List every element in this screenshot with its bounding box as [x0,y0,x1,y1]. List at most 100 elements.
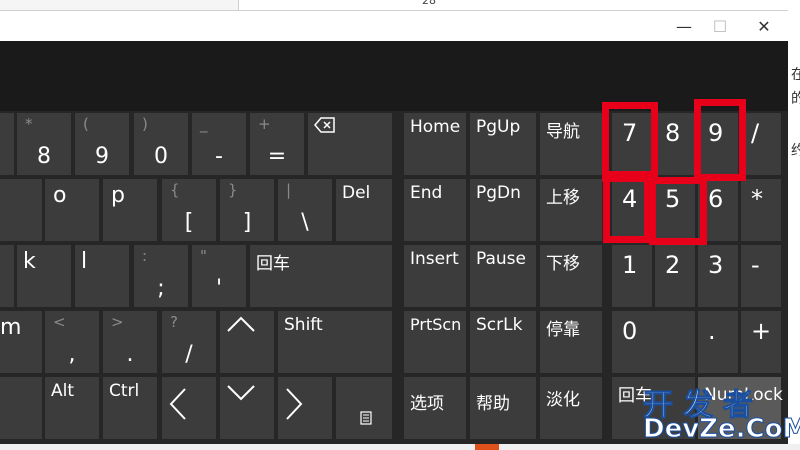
close-button[interactable]: ✕ [748,15,780,37]
key-rbracket-shift: } [228,181,238,199]
key-lbracket-label: [ [184,210,194,235]
key-8[interactable]: * 8 [17,113,71,175]
key-num2[interactable]: 2 [655,245,695,307]
key-options[interactable]: 选项 [404,377,466,439]
key-shift[interactable]: Shift [278,311,392,373]
key-comma[interactable]: < , [45,311,99,373]
key-movedown[interactable]: 下移 [540,245,602,307]
key-rbracket-label: ] [242,210,252,235]
key-insert[interactable]: Insert [404,245,466,307]
key-p[interactable]: p [103,179,157,241]
key-backslash[interactable]: | \ [278,179,332,241]
key-num3[interactable]: 3 [698,245,738,307]
key-minus-shift: _ [200,115,208,133]
key-arrow-down[interactable] [220,377,274,439]
key-num6-label: 6 [708,185,724,213]
key-k-label: k [23,249,36,274]
key-equals[interactable]: + = [250,113,304,175]
key-moveup[interactable]: 上移 [540,179,602,241]
key-num4[interactable]: 4 [612,179,652,241]
key-home[interactable]: Home [404,113,466,175]
key-period-shift: > [111,313,124,331]
key-backspace[interactable] [308,113,392,175]
key-slash-shift: ? [170,313,178,331]
key-numdot[interactable]: . [698,311,738,373]
arrow-up-icon [227,316,255,332]
keyboard-header-area [0,41,788,111]
key-left-edge-row1[interactable] [0,113,14,175]
top-document-text: 28 [422,0,436,7]
key-o[interactable]: o [45,179,99,241]
key-numdiv-label: / [751,119,760,147]
key-pgdn[interactable]: PgDn [470,179,536,241]
key-o-label: o [53,183,67,208]
key-numadd[interactable]: + [741,311,781,373]
key-quote[interactable]: " ' [192,245,246,307]
key-dock-label: 停靠 [546,320,580,340]
key-lbracket[interactable]: { [ [162,179,216,241]
key-ctrl[interactable]: Ctrl [103,377,157,439]
key-period[interactable]: > . [103,311,157,373]
key-numsub-label: - [751,251,760,279]
key-k[interactable]: k [17,245,71,307]
key-slash[interactable]: ? / [162,311,216,373]
key-pause-label: Pause [476,249,526,269]
key-help-label: 帮助 [476,394,510,414]
key-semicolon[interactable]: : ; [134,245,188,307]
key-num5[interactable]: 5 [655,179,695,241]
key-m[interactable]: m [0,311,42,373]
key-equals-label: = [267,144,287,169]
key-num7[interactable]: 7 [612,113,652,175]
key-dock[interactable]: 停靠 [540,311,602,373]
key-shift-label: Shift [284,315,323,335]
key-l-label: l [81,249,88,274]
key-nav[interactable]: 导航 [540,113,602,175]
key-numsub[interactable]: - [741,245,781,307]
key-alt[interactable]: Alt [45,377,99,439]
key-num8[interactable]: 8 [655,113,695,175]
key-end[interactable]: End [404,179,466,241]
right-edge-char-a: 在 [791,67,800,83]
key-semicolon-label: ; [157,276,165,301]
key-slash-label: / [185,342,193,367]
arrow-down-icon [227,385,255,401]
key-end-label: End [410,183,443,203]
maximize-button[interactable]: ☐ [704,15,736,37]
key-insert-label: Insert [410,249,459,269]
key-arrow-right[interactable] [278,377,332,439]
key-left-edge-row2[interactable] [0,179,42,241]
key-menu[interactable] [336,377,392,439]
key-num0[interactable]: 0 [612,311,695,373]
key-pause[interactable]: Pause [470,245,536,307]
right-edge-char-c: 约 [791,143,800,159]
key-0[interactable]: ) 0 [134,113,188,175]
key-arrow-up[interactable] [220,311,274,373]
key-period-label: . [126,342,134,367]
key-rbracket[interactable]: } ] [220,179,274,241]
key-numdiv[interactable]: / [741,113,781,175]
key-enter[interactable]: 回车 [250,245,392,307]
key-left-edge-row3[interactable] [0,245,14,307]
key-9[interactable]: ( 9 [75,113,129,175]
key-l[interactable]: l [75,245,129,307]
key-help[interactable]: 帮助 [470,377,536,439]
minimize-button[interactable]: — [668,15,700,37]
key-options-label: 选项 [410,394,444,414]
key-fade[interactable]: 淡化 [540,377,602,439]
key-num1[interactable]: 1 [612,245,652,307]
key-nummul[interactable]: * [741,179,781,241]
key-num9[interactable]: 9 [698,113,738,175]
key-scrlk[interactable]: ScrLk [470,311,536,373]
key-num5-label: 5 [665,185,681,213]
key-del[interactable]: Del [336,179,392,241]
key-quote-shift: " [200,247,207,265]
key-arrow-left[interactable] [162,377,216,439]
key-left-edge-row5[interactable] [0,377,42,439]
key-pgup[interactable]: PgUp [470,113,536,175]
key-prtscn[interactable]: PrtScn [404,311,466,373]
arrow-right-icon [286,388,303,420]
key-num3-label: 3 [708,251,724,279]
key-num6[interactable]: 6 [698,179,738,241]
key-minus[interactable]: _ - [192,113,246,175]
key-fade-label: 淡化 [546,390,580,410]
